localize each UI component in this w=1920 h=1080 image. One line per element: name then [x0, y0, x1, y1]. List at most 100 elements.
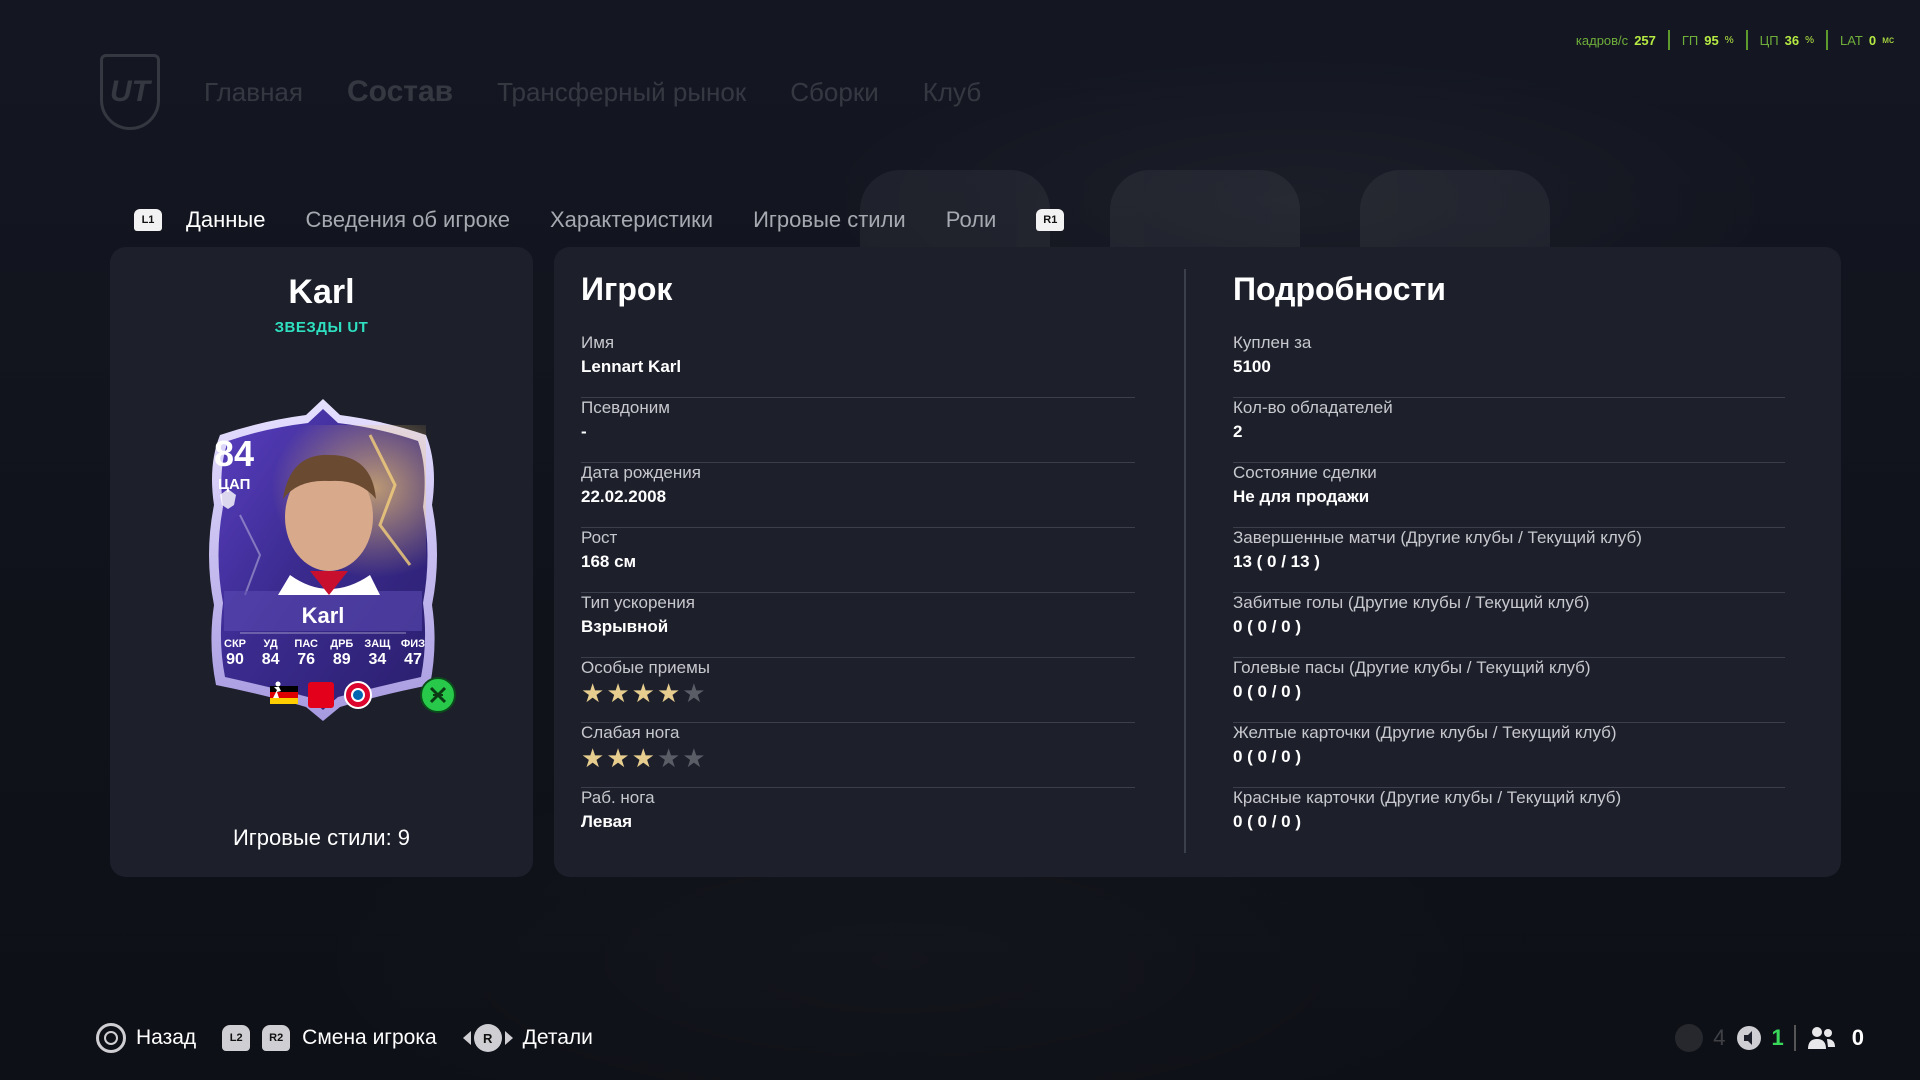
dimmed-status: 4 [1675, 1024, 1726, 1052]
circle-button-icon[interactable] [96, 1023, 126, 1053]
speaker-icon [1736, 1026, 1761, 1050]
row-label: Рост [581, 528, 618, 547]
row-label: Имя [581, 333, 615, 352]
ea-icon [1675, 1024, 1704, 1052]
info-row-height: Рост 168 см [581, 528, 1135, 593]
detail-row-owners: Кол-во обладателей 2 [1233, 398, 1785, 463]
row-value: 0 ( 0 / 0 ) [1233, 812, 1302, 831]
speaker-count: 1 [1771, 1025, 1784, 1050]
row-label: Забитые голы (Другие клубы / Текущий клу… [1233, 593, 1590, 612]
arrow-left-icon [462, 1031, 471, 1045]
bundesliga-icon [273, 681, 334, 708]
arrow-right-icon [504, 1031, 513, 1045]
card-badges [270, 681, 372, 709]
row-value: - [581, 422, 587, 441]
gpu-readout: ГП 95 % [1667, 30, 1746, 50]
card-program-label: ЗВЕЗДЫ UT [274, 319, 369, 336]
info-row-birthdate: Дата рождения 22.02.2008 [581, 463, 1135, 528]
footer-controls: Назад L2 R2 Смена игрока R Детали [96, 1018, 619, 1058]
row-value: 5100 [1233, 357, 1271, 376]
card-position: ЦАП [218, 476, 251, 493]
lat-unit: мс [1882, 34, 1894, 46]
detail-row-red-cards: Красные карточки (Другие клубы / Текущий… [1233, 788, 1785, 853]
stat-label: УД [263, 638, 278, 650]
row-label: Слабая нога [581, 723, 680, 742]
card-rating: 84 [214, 433, 255, 474]
detail-row-trade-state: Состояние сделки Не для продажи [1233, 463, 1785, 528]
bg-nav-squad: Состав [346, 75, 454, 108]
tab-playstyles[interactable]: Игровые стили [753, 207, 906, 233]
row-label: Голевые пасы (Другие клубы / Текущий клу… [1233, 658, 1591, 677]
tab-data[interactable]: Данные [186, 207, 265, 233]
stat-value: 90 [226, 651, 244, 668]
row-value: 13 ( 0 / 13 ) [1233, 552, 1320, 571]
row-label: Тип ускорения [581, 593, 695, 612]
footer-status: 4 1 0 [1675, 1024, 1864, 1052]
star-filled-icon: ★ [606, 678, 630, 708]
switch-player-label[interactable]: Смена игрока [302, 1026, 436, 1050]
stat-pace: СКР 90 [218, 638, 252, 669]
stat-value: 47 [404, 651, 422, 668]
row-label: Дата рождения [581, 463, 701, 482]
friends-icon[interactable] [1806, 1025, 1836, 1051]
back-label[interactable]: Назад [136, 1026, 196, 1050]
row-label: Псевдоним [581, 398, 670, 417]
row-label: Раб. нога [581, 788, 655, 807]
info-row-skill-moves: Особые приемы ★ ★ ★ ★ ★ [581, 658, 1135, 723]
gpu-unit: % [1724, 34, 1734, 46]
tab-bar: L1 Данные Сведения об игроке Характерист… [134, 204, 1065, 236]
info-row-acceleration: Тип ускорения Взрывной [581, 593, 1135, 658]
cpu-label: ЦП [1759, 32, 1779, 48]
details-label[interactable]: Детали [523, 1026, 593, 1050]
bg-nav-transfers: Трансферный рынок [497, 76, 747, 107]
tab-player-info[interactable]: Сведения об игроке [305, 207, 509, 233]
friends-count: 0 [1851, 1025, 1864, 1050]
player-card[interactable]: 84 ЦАП Karl СКР 90 УД 84 ПАС 76 ДРБ 89 З… [180, 395, 466, 725]
bg-nav-club: Клуб [922, 76, 982, 107]
row-label: Желтые карточки (Другие клубы / Текущий … [1233, 723, 1617, 742]
stat-value: 34 [368, 651, 387, 668]
info-row-preferred-foot: Раб. нога Левая [581, 788, 1135, 853]
stat-value: 84 [261, 651, 280, 668]
stat-value: 89 [332, 651, 351, 668]
row-value: 0 ( 0 / 0 ) [1233, 617, 1302, 636]
fps-value: 257 [1634, 32, 1656, 48]
details-list: Куплен за 5100 Кол-во обладателей 2 Сост… [1233, 333, 1785, 853]
cpu-unit: % [1805, 34, 1814, 46]
star-filled-icon: ★ [631, 678, 655, 708]
performance-overlay: кадров/с 257 ГП 95 % ЦП 36 % LAT 0 мс [1564, 30, 1906, 50]
player-section-title: Игрок [581, 271, 673, 307]
details-section-title: Подробности [1233, 271, 1446, 307]
row-value: 0 ( 0 / 0 ) [1233, 747, 1302, 766]
detail-row-yellow-cards: Желтые карточки (Другие клубы / Текущий … [1233, 723, 1785, 788]
row-label: Особые приемы [581, 658, 711, 677]
l2-button-icon[interactable]: L2 [222, 1025, 251, 1051]
background-nav: UT Главная Состав Трансферный рынок Сбор… [100, 52, 981, 132]
detail-row-goals: Забитые голы (Другие клубы / Текущий клу… [1233, 593, 1785, 658]
tab-roles[interactable]: Роли [946, 207, 997, 233]
l1-button-icon[interactable]: L1 [134, 209, 162, 231]
right-stick-icon[interactable]: R [462, 1024, 513, 1052]
detail-row-assists: Голевые пасы (Другие клубы / Текущий клу… [1233, 658, 1785, 723]
info-row-nickname: Псевдоним - [581, 398, 1135, 463]
column-divider [1184, 269, 1186, 853]
skill-moves-stars: ★ ★ ★ ★ ★ [581, 680, 1135, 706]
player-name: Karl [288, 273, 355, 311]
cpu-readout: ЦП 36 % [1745, 30, 1826, 50]
r2-button-icon[interactable]: R2 [262, 1025, 291, 1051]
stat-passing: ПАС 76 [289, 638, 323, 669]
ut-logo: UT [100, 54, 160, 130]
bg-nav-home: Главная [204, 76, 303, 107]
stat-defending: ЗАЩ 34 [360, 638, 394, 669]
player-card-panel: Karl ЗВЕЗДЫ UT 84 ЦАП Karl СКР 90 УД 84 … [110, 247, 533, 877]
detail-row-matches: Завершенные матчи (Другие клубы / Текущи… [1233, 528, 1785, 593]
r1-button-icon[interactable]: R1 [1036, 209, 1065, 231]
stat-dribbling: ДРБ 89 [325, 638, 359, 669]
row-label: Куплен за [1233, 333, 1312, 352]
fps-label: кадров/с [1575, 32, 1629, 48]
lat-value: 0 [1868, 32, 1877, 48]
tab-attributes[interactable]: Характеристики [550, 207, 713, 233]
gpu-value: 95 [1704, 32, 1719, 48]
player-info-list: Имя Lennart Karl Псевдоним - Дата рожден… [581, 333, 1135, 853]
gpu-label: ГП [1681, 32, 1699, 48]
